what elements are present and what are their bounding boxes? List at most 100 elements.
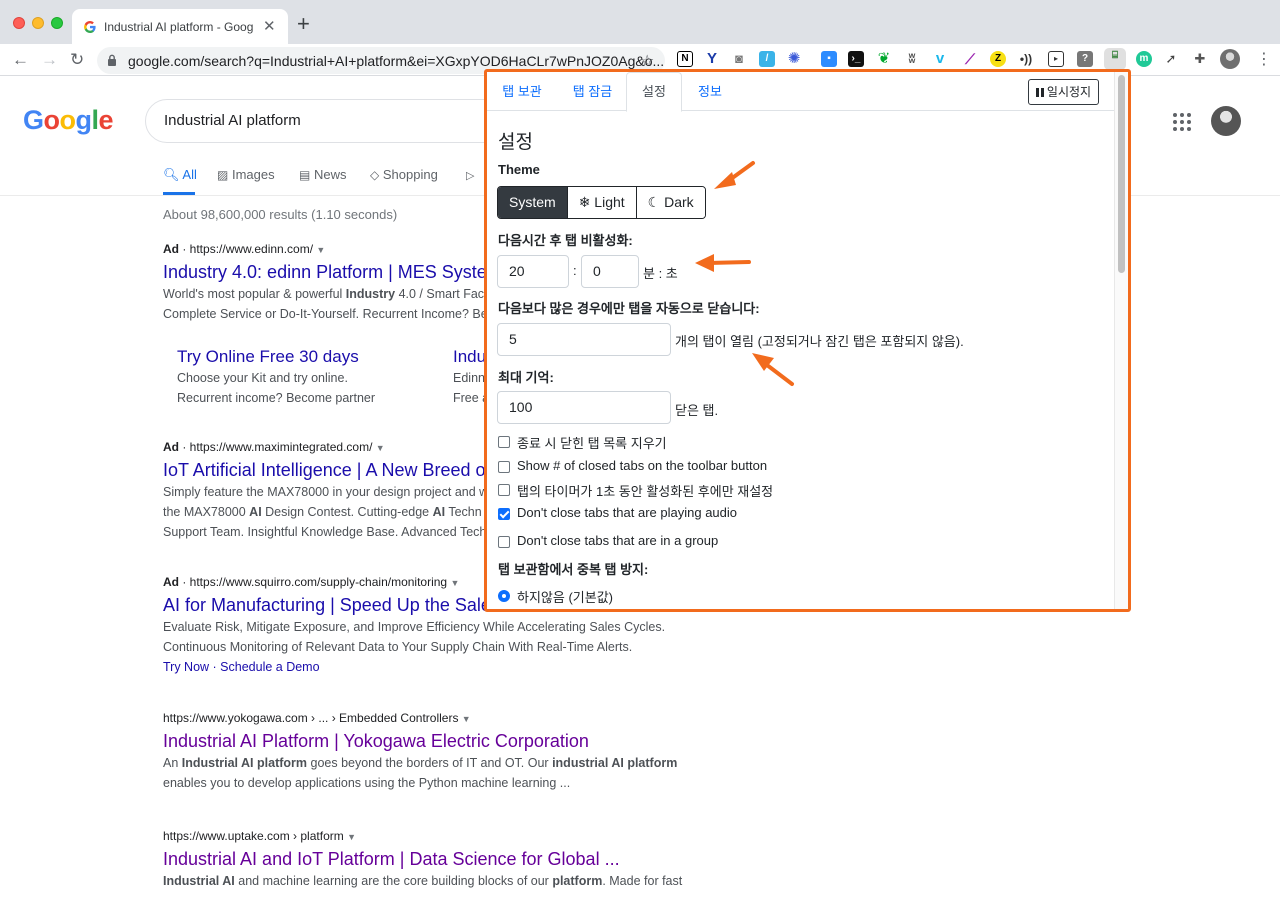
help-icon[interactable]: ? [1077,51,1093,67]
tab-settings[interactable]: 설정 [626,72,682,112]
m-icon[interactable]: m [1136,51,1152,67]
zoom-icon[interactable]: ▪ [821,51,837,67]
sitelink-title[interactable]: Try Online Free 30 days [177,346,375,368]
pause-button[interactable]: 일시정지 [1028,79,1099,105]
terminal-icon[interactable]: ›_ [848,51,864,67]
more-menu-icon[interactable]: ⋮ [1256,49,1272,69]
video-icon[interactable]: ▷ [466,167,474,182]
vivaldi-icon[interactable]: Y [704,51,720,67]
forward-icon[interactable]: → [41,50,58,70]
feather-icon[interactable]: / [759,51,775,67]
quill-icon[interactable]: ⟋ [962,51,978,67]
rocket-icon[interactable]: ➚ [1163,51,1179,67]
tab-shopping[interactable]: ◇ Shopping [370,167,438,182]
tab-images[interactable]: ▨ Images [217,167,275,182]
reload-icon[interactable]: ↻ [70,50,84,70]
result-stats: About 98,600,000 results (1.10 seconds) [163,207,398,222]
radio-label: 하지않음 (기본값) [517,590,613,605]
checkbox-label: 탭의 타이머가 1초 동안 활성화된 후에만 재설정 [517,484,774,499]
reset-timer-checkbox[interactable] [498,484,510,496]
clear-on-exit-checkbox[interactable] [498,436,510,448]
close-tab-icon[interactable]: ✕ [263,17,276,35]
result-title[interactable]: Industrial AI and IoT Platform | Data Sc… [163,847,703,871]
sitelink: Try Online Free 30 days Choose your Kit … [177,346,375,408]
evernote-icon[interactable]: ❦ [876,51,892,67]
camera-icon[interactable]: ◙ [731,51,747,67]
google-account-avatar[interactable] [1211,106,1241,136]
notion-icon[interactable]: N [677,51,693,67]
inactive-time-label: 다음시간 후 탭 비활성화: [498,233,633,248]
minutes-input[interactable]: 20 [497,255,569,288]
puzzle-icon[interactable]: ✚ [1192,51,1208,67]
sitelink-desc: Choose your Kit and try online. [177,371,348,385]
browser-tab[interactable]: Industrial AI platform - Google Search ✕ [72,9,288,44]
time-colon: : [573,263,577,278]
new-tab-button[interactable]: + [297,13,310,35]
show-closed-count-checkbox[interactable] [498,461,510,473]
fullscreen-window-button[interactable] [51,17,63,29]
sitelink-desc: Recurrent income? Become partner [177,391,376,405]
popup-scrollbar[interactable] [1114,72,1128,609]
max-memory-label: 최대 기억: [498,370,554,385]
autoclose-label: 다음보다 많은 경우에만 탭을 자동으로 닫습니다: [498,301,760,316]
profile-avatar[interactable] [1220,49,1240,69]
result-url[interactable]: https://www.uptake.com › platform ▼ [163,829,703,847]
dropdown-arrow-icon: ▼ [450,578,460,588]
google-logo[interactable]: Google [23,105,114,136]
snowflake-icon[interactable]: ✺ [786,51,802,67]
search-query[interactable]: Industrial AI platform [164,112,301,129]
search-icon: 🔍︎ [163,167,180,182]
search-result: https://www.yokogawa.com › ... › Embedde… [163,711,703,793]
result-title[interactable]: Industrial AI Platform | Yokogawa Electr… [163,729,703,753]
tab-about[interactable]: 정보 [684,72,736,112]
result-links[interactable]: Try Now · Schedule a Demo [163,657,703,677]
result-url[interactable]: https://www.yokogawa.com › ... › Embedde… [163,711,703,729]
keep-audio-tabs-checkbox[interactable] [498,508,510,520]
vimeo-icon[interactable]: v [932,51,948,67]
audio-icon[interactable]: •)) [1018,51,1034,67]
tab-manager-icon[interactable]: ⌸ [1104,48,1126,70]
tab-lock[interactable]: 탭 잠금 [559,72,626,112]
theme-dark-button[interactable]: ☾ Dark [636,187,705,218]
bookmark-star-icon[interactable]: ☆ [640,51,654,71]
tab-corral[interactable]: 탭 보관 [491,72,553,112]
theme-system-button[interactable]: System [498,187,568,218]
settings-panel: 탭 보관 탭 잠금 설정 정보 일시정지 설정 Theme System ❄ L… [487,72,1114,609]
result-snippet: An Industrial AI platform goes beyond th… [163,756,678,790]
zotero-icon[interactable]: Z [990,51,1006,67]
screen-icon[interactable]: ▸ [1048,51,1064,67]
time-unit-label: 분 : 초 [643,266,678,281]
google-favicon-icon [84,20,96,33]
title-bar: Industrial AI platform - Google Search ✕… [0,0,1280,44]
checkbox-label: 종료 시 닫힌 탭 목록 지우기 [517,436,667,451]
dropdown-arrow-icon: ▼ [316,245,326,255]
checkbox-label: Don't close tabs that are in a group [517,533,719,548]
url-text: google.com/search?q=Industrial+AI+platfo… [128,53,665,69]
theme-light-button[interactable]: ❄ Light [567,187,637,218]
popup-tab-bar: 탭 보관 탭 잠금 설정 정보 일시정지 [487,72,1114,112]
duplicate-none-radio[interactable] [498,590,510,602]
dropdown-arrow-icon: ▼ [347,832,356,842]
scrollbar-thumb[interactable] [1118,75,1125,273]
back-icon[interactable]: ← [12,50,29,70]
dropdown-arrow-icon: ▼ [375,443,385,453]
keep-group-tabs-checkbox[interactable] [498,536,510,548]
autoclose-count-input[interactable]: 5 [497,323,671,356]
pause-icon [1035,88,1044,97]
checkbox-label: Show # of closed tabs on the toolbar but… [517,458,768,473]
annotation-arrow-icon [714,161,755,189]
max-memory-input[interactable]: 100 [497,391,671,424]
autoclose-suffix: 개의 탭이 열림 (고정되거나 잠긴 탭은 포함되지 않음). [675,334,964,349]
seconds-input[interactable]: 0 [581,255,639,288]
tag-icon: ◇ [370,168,380,182]
dropdown-arrow-icon: ▼ [461,714,471,724]
tab-all[interactable]: 🔍︎ All [163,167,197,183]
news-icon: ▤ [299,168,311,182]
minimize-window-button[interactable] [32,17,44,29]
tab-news[interactable]: ▤ News [299,167,346,182]
google-apps-icon[interactable] [1173,113,1191,131]
theme-selector: System ❄ Light ☾ Dark [497,186,706,219]
bird-icon[interactable]: ʬ [904,51,920,67]
close-window-button[interactable] [13,17,25,29]
max-memory-suffix: 닫은 탭. [675,403,719,418]
